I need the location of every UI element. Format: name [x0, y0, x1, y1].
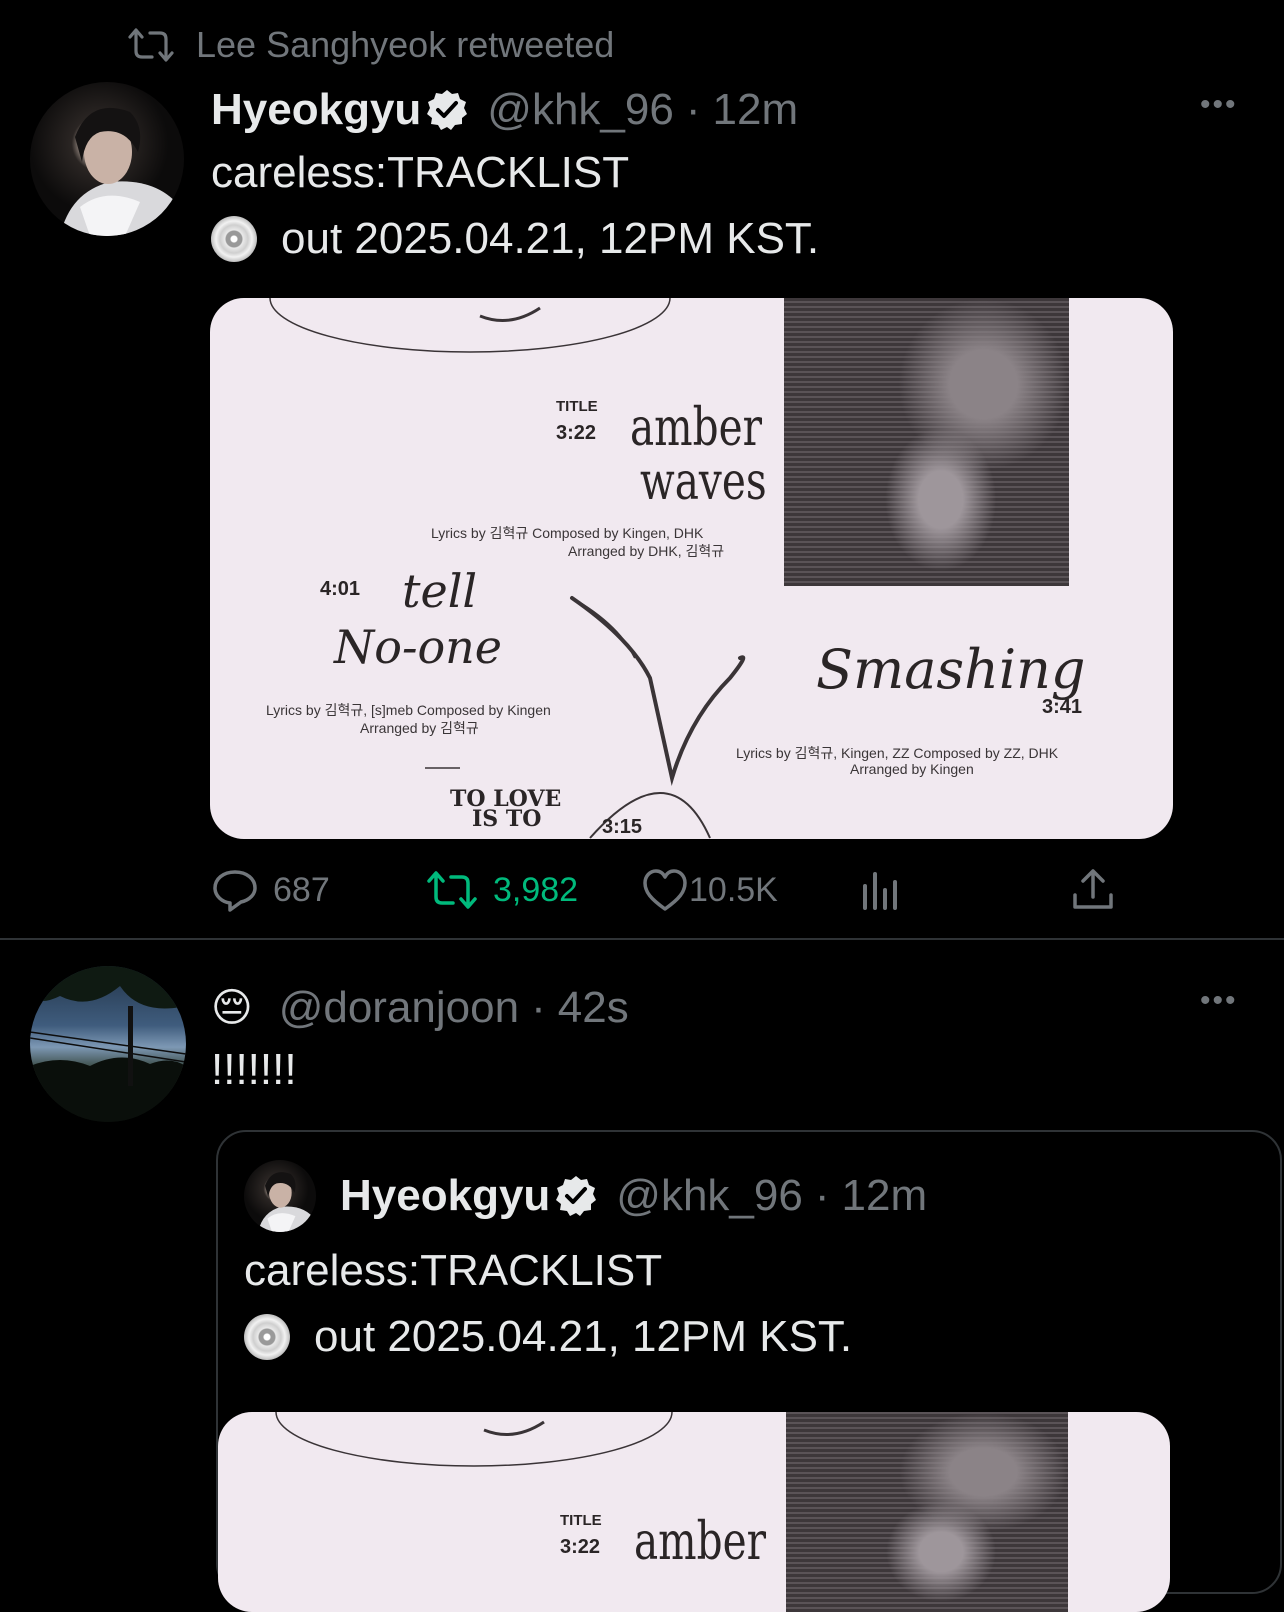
track-credits: Arranged by 김혁규 [360, 720, 479, 736]
quoted-tweet-media-image[interactable]: TITLE 3:22 amber [218, 1412, 1170, 1612]
tweet-text-line: out 2025.04.21, 12PM KST. [211, 206, 819, 272]
track-credits: Arranged by Kingen [850, 761, 974, 777]
track-title: IS TO [472, 806, 542, 832]
like-button[interactable]: 10.5K [641, 862, 778, 918]
tweet-text-line: careless:TRACKLIST [211, 148, 630, 197]
track-title: tell [402, 564, 478, 618]
tweet-actions: 687 3,982 10.5K [211, 862, 1121, 918]
reply-count: 687 [273, 870, 330, 909]
avatar-landscape [30, 966, 186, 1122]
more-options-button[interactable]: ••• [1200, 984, 1238, 1018]
separator: · [814, 1171, 830, 1220]
handle[interactable]: @khk_96 [487, 85, 674, 135]
retweet-icon [128, 28, 174, 62]
avatar[interactable] [30, 966, 186, 1122]
track-title: amber [630, 398, 763, 458]
track-credits: Lyrics by 김혁규, [s]meb Composed by Kingen [266, 702, 551, 718]
timestamp: 12m [841, 1171, 928, 1220]
track-title: waves [640, 452, 767, 512]
like-count: 10.5K [689, 870, 778, 909]
retweet-header[interactable]: Lee Sanghyeok retweeted [126, 22, 614, 68]
avatar-portrait [60, 107, 184, 236]
timestamp[interactable]: 42s [558, 983, 629, 1033]
track-title: No-one [334, 620, 503, 674]
disc-emoji-icon [244, 1314, 290, 1360]
quoted-tweet-header: Hyeokgyu @khk_96 · 12m [340, 1168, 927, 1224]
track-credits: Arranged by DHK, 김혁규 [568, 543, 725, 559]
more-options-button[interactable]: ••• [1200, 88, 1238, 122]
track-title: Smashing [816, 638, 1086, 701]
separator: · [531, 983, 546, 1032]
track-time: 3:15 [602, 816, 643, 838]
disc-emoji-icon [211, 216, 257, 262]
timestamp[interactable]: 12m [713, 85, 799, 135]
handle[interactable]: @doranjoon [279, 983, 519, 1033]
tweet-header: 😔 @doranjoon · 42s [211, 980, 629, 1036]
display-name: Hyeokgyu [340, 1171, 551, 1220]
tweet-media-image[interactable]: TITLE 3:22 amber waves Lyrics by 김혁규 Com… [210, 298, 1173, 839]
handle: @khk_96 [616, 1171, 803, 1220]
divider [0, 938, 1284, 940]
title-tag: TITLE [560, 1512, 602, 1529]
retweet-count: 3,982 [493, 870, 579, 909]
poster-photo [786, 1412, 1068, 1612]
avatar[interactable] [30, 82, 184, 236]
track-time: 3:22 [560, 1536, 601, 1558]
reply-button[interactable]: 687 [211, 862, 330, 918]
verified-badge-icon [556, 1176, 597, 1216]
retweet-button[interactable]: 3,982 [425, 862, 578, 918]
tweet-text-line: out 2025.04.21, 12PM KST. [244, 1304, 852, 1370]
release-text: out 2025.04.21, 12PM KST. [281, 214, 820, 263]
tweet-header: Hyeokgyu @khk_96 · 12m [211, 82, 798, 138]
display-name-emoji[interactable]: 😔 [211, 985, 253, 1031]
views-button[interactable] [859, 862, 903, 918]
track-time: 3:22 [556, 422, 597, 444]
title-tag: TITLE [556, 398, 598, 415]
avatar-portrait [258, 1172, 316, 1232]
analytics-icon [863, 872, 897, 910]
retweet-label: Lee Sanghyeok retweeted [196, 24, 615, 65]
quoted-tweet-text: careless:TRACKLIST out 2025.04.21, 12PM … [244, 1238, 852, 1370]
display-name[interactable]: Hyeokgyu [211, 85, 421, 135]
reply-icon [213, 870, 257, 912]
release-text: out 2025.04.21, 12PM KST. [314, 1312, 853, 1361]
track-credits: Lyrics by 김혁규, Kingen, ZZ Composed by ZZ… [736, 745, 1059, 761]
heart-icon [643, 869, 687, 911]
share-button[interactable] [1071, 862, 1115, 918]
tweet-text: careless:TRACKLIST out 2025.04.21, 12PM … [211, 140, 819, 272]
quoted-avatar [244, 1160, 316, 1232]
separator: · [685, 85, 701, 134]
track-title: amber [634, 1512, 767, 1572]
track-credits: Lyrics by 김혁규 Composed by Kingen, DHK [431, 525, 704, 541]
retweet-icon [427, 871, 477, 909]
track-time: 3:41 [1042, 696, 1083, 718]
track-time: 4:01 [320, 578, 361, 600]
poster-photo [784, 298, 1069, 586]
share-icon [1073, 869, 1113, 909]
tweet-text: !!!!!!! [211, 1045, 297, 1094]
tweet-text-line: careless:TRACKLIST [244, 1246, 663, 1295]
verified-badge-icon [427, 90, 468, 130]
